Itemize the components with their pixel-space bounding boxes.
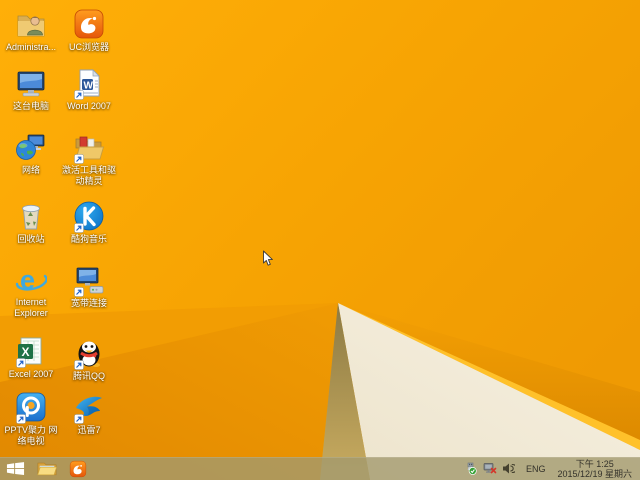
- icon-label: Word 2007: [67, 101, 111, 111]
- desktop-icon-tencent-qq[interactable]: 腾讯QQ: [60, 336, 118, 382]
- icon-label: 腾讯QQ: [72, 371, 105, 381]
- shortcut-arrow-icon: [16, 358, 26, 368]
- word-icon: W: [72, 66, 106, 100]
- taskbar: ENG 下午 1:25 2015/12/19 星期六: [0, 457, 640, 480]
- start-button[interactable]: [0, 457, 31, 480]
- clock-date: 2015/12/19 星期六: [557, 468, 632, 479]
- icon-label: PPTV聚力 网: [4, 425, 58, 435]
- windows-logo-icon: [6, 462, 25, 475]
- icon-label: 宽带连接: [70, 298, 107, 308]
- icon-label: 网络: [21, 165, 40, 175]
- svg-text:X: X: [22, 345, 30, 359]
- shortcut-arrow-icon: [74, 360, 84, 370]
- desktop-icon-internet-explorer[interactable]: e Internet Explorer: [2, 262, 60, 319]
- desktop-icon-xunlei-7[interactable]: 迅雷7: [60, 390, 118, 436]
- thunder-bird-icon: [72, 390, 106, 424]
- ie-icon: e: [14, 262, 48, 296]
- taskbar-clock[interactable]: 下午 1:25 2015/12/19 星期六: [555, 459, 634, 479]
- mouse-cursor: [263, 250, 273, 266]
- icon-label: Explorer: [14, 308, 48, 318]
- icon-label: Internet: [15, 297, 47, 307]
- icon-label: Excel 2007: [8, 369, 54, 379]
- excel-icon: X: [14, 334, 48, 368]
- icon-label: 动精灵: [75, 176, 103, 186]
- qq-penguin-icon: [72, 336, 106, 370]
- shortcut-arrow-icon: [16, 414, 26, 424]
- uc-browser-icon: [72, 7, 106, 41]
- kugou-k-icon: [72, 199, 106, 233]
- pptv-icon: [14, 390, 48, 424]
- computer-icon: [14, 66, 48, 100]
- desktop-icon-administrator[interactable]: Administra...: [2, 7, 60, 53]
- desktop-icon-activation-tools[interactable]: 激活工具和驱 动精灵: [60, 130, 118, 187]
- icon-label: 迅雷7: [77, 425, 101, 435]
- shortcut-arrow-icon: [74, 414, 84, 424]
- system-tray: ENG 下午 1:25 2015/12/19 星期六: [464, 459, 640, 479]
- taskbar-item-file-explorer[interactable]: [31, 457, 63, 480]
- svg-text:W: W: [84, 81, 94, 92]
- desktop-icon-this-pc[interactable]: 这台电脑: [2, 66, 60, 112]
- icon-label: 这台电脑: [12, 101, 49, 111]
- desktop: Administra... 这台电脑 网络 回收站 e Internet Exp…: [0, 0, 640, 480]
- file-explorer-icon: [37, 462, 57, 476]
- desktop-icon-excel-2007[interactable]: X Excel 2007: [2, 334, 60, 380]
- broadband-connection-icon: [72, 263, 106, 297]
- desktop-icon-pptv[interactable]: PPTV聚力 网 络电视: [2, 390, 60, 447]
- shortcut-arrow-icon: [74, 90, 84, 100]
- taskbar-item-uc-browser[interactable]: [63, 457, 93, 480]
- icon-label: 激活工具和驱: [61, 165, 116, 175]
- shortcut-arrow-icon: [74, 223, 84, 233]
- desktop-icon-uc-browser[interactable]: UC浏览器: [60, 7, 118, 53]
- desktop-icon-broadband[interactable]: 宽带连接: [60, 263, 118, 309]
- desktop-icon-kugou-music[interactable]: 酷狗音乐: [60, 199, 118, 245]
- usb-safely-remove-icon[interactable]: [464, 462, 478, 476]
- icon-label: Administra...: [5, 42, 56, 52]
- desktop-icon-recycle-bin[interactable]: 回收站: [2, 199, 60, 245]
- icon-label: 络电视: [17, 436, 45, 446]
- icon-label: 回收站: [17, 234, 45, 244]
- user-folder-icon: [14, 7, 48, 41]
- shortcut-arrow-icon: [74, 154, 84, 164]
- desktop-icon-network[interactable]: 网络: [2, 130, 60, 176]
- shortcut-arrow-icon: [74, 287, 84, 297]
- icon-label: UC浏览器: [69, 42, 109, 52]
- desktop-icon-word-2007[interactable]: W Word 2007: [60, 66, 118, 112]
- uc-browser-icon: [69, 460, 87, 477]
- volume-icon[interactable]: [502, 462, 516, 476]
- network-globe-icon: [14, 130, 48, 164]
- network-disconnected-icon[interactable]: [483, 462, 497, 476]
- clock-time: 下午 1:25: [575, 458, 614, 469]
- recycle-bin-icon: [14, 199, 48, 233]
- icon-label: 酷狗音乐: [70, 234, 107, 244]
- language-indicator[interactable]: ENG: [526, 464, 546, 474]
- tools-folder-icon: [72, 130, 106, 164]
